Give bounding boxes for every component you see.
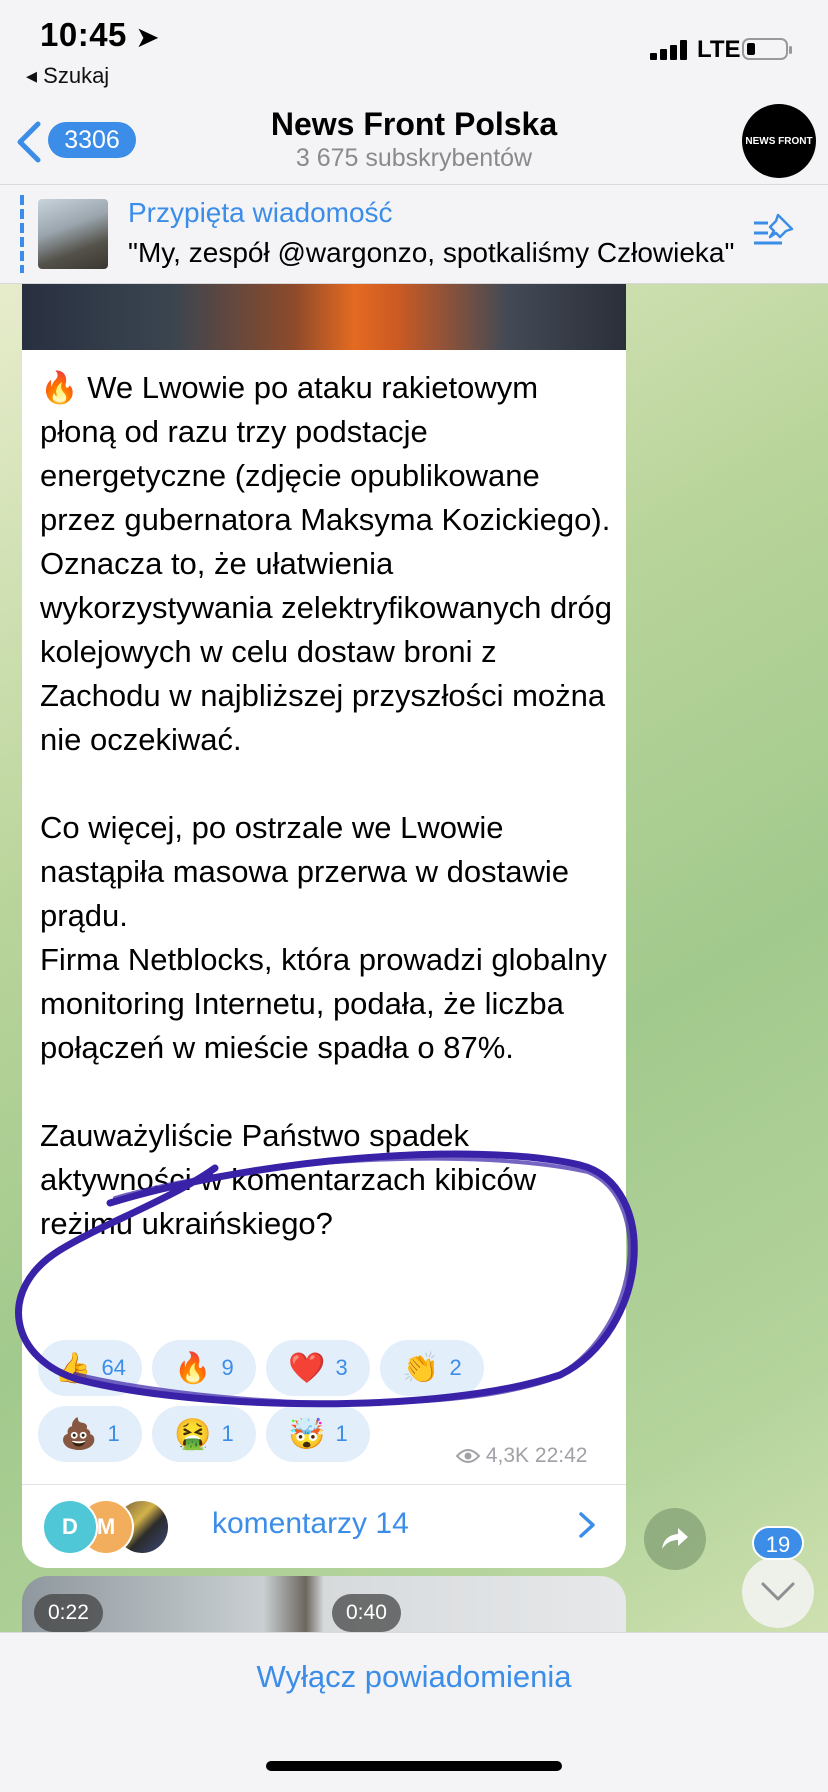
view-count: 4,3K xyxy=(485,1444,530,1467)
pinned-text: "My, zespół @wargonzo, spotkaliśmy Człow… xyxy=(128,237,735,268)
message-bubble[interactable]: 🔥 We Lwowie po ataku rakietowym płoną od… xyxy=(22,284,626,1568)
pinned-indicator xyxy=(20,195,24,273)
network-type: LTE xyxy=(697,36,741,63)
scroll-down-button[interactable] xyxy=(742,1556,814,1628)
commenter-avatar: D xyxy=(42,1499,98,1555)
mute-notifications-button[interactable]: Wyłącz powiadomienia xyxy=(0,1659,828,1695)
message-text: 🔥 We Lwowie po ataku rakietowym płoną od… xyxy=(40,370,612,1241)
reaction-poop[interactable]: 💩 1 xyxy=(38,1406,142,1462)
clock: 10:45 ➤ xyxy=(40,16,159,53)
comments-row[interactable]: D M komentarzy 14 xyxy=(22,1484,626,1568)
comments-label: komentarzy 14 xyxy=(212,1507,409,1540)
chat-header: 3306 News Front Polska 3 675 subskrybent… xyxy=(0,100,828,184)
subscriber-count: 3 675 subskrybentów xyxy=(295,144,533,172)
channel-title[interactable]: News Front Polska xyxy=(0,106,828,143)
reaction-fire[interactable]: 🔥 9 xyxy=(152,1340,256,1396)
unread-mentions-badge: 19 xyxy=(752,1526,804,1560)
share-arrow-icon xyxy=(662,1528,688,1549)
chevron-down-icon xyxy=(761,1582,795,1601)
home-indicator[interactable] xyxy=(266,1761,562,1771)
pinned-message-bar[interactable]: Przypięta wiadomość "My, zespół @wargonz… xyxy=(0,184,828,284)
reaction-mind-blown[interactable]: 🤯 1 xyxy=(266,1406,370,1462)
chat-area[interactable]: 🔥 We Lwowie po ataku rakietowym płoną od… xyxy=(0,284,828,1632)
battery-icon xyxy=(742,38,792,60)
message-photo[interactable] xyxy=(22,284,626,350)
reaction-thumbs-up[interactable]: 👍 64 xyxy=(38,1340,142,1396)
message-time: 22:42 xyxy=(534,1444,588,1467)
signal-icon xyxy=(650,40,687,60)
video-duration: 0:40 xyxy=(332,1594,401,1632)
reaction-clap[interactable]: 👏 2 xyxy=(380,1340,484,1396)
chevron-right-icon xyxy=(579,1512,595,1538)
video-duration: 0:22 xyxy=(34,1594,103,1632)
reaction-heart[interactable]: ❤️ 3 xyxy=(266,1340,370,1396)
eye-icon xyxy=(455,1449,481,1463)
pinned-title: Przypięta wiadomość xyxy=(128,197,393,228)
pinned-list-icon[interactable] xyxy=(752,211,798,251)
share-button[interactable] xyxy=(644,1508,706,1570)
status-bar: 10:45 ➤ ◂ Szukaj LTE xyxy=(0,0,828,100)
reaction-vomit[interactable]: 🤮 1 xyxy=(152,1406,256,1462)
channel-avatar[interactable]: NEWS FRONT xyxy=(742,104,816,178)
back-to-app-link[interactable]: ◂ Szukaj xyxy=(26,63,109,89)
bottom-bar: Wyłącz powiadomienia xyxy=(0,1632,828,1792)
pinned-thumbnail xyxy=(38,199,108,269)
message-meta: 4,3K 22:42 xyxy=(455,1444,588,1468)
next-message-videos[interactable]: 0:22 0:40 xyxy=(22,1576,626,1632)
